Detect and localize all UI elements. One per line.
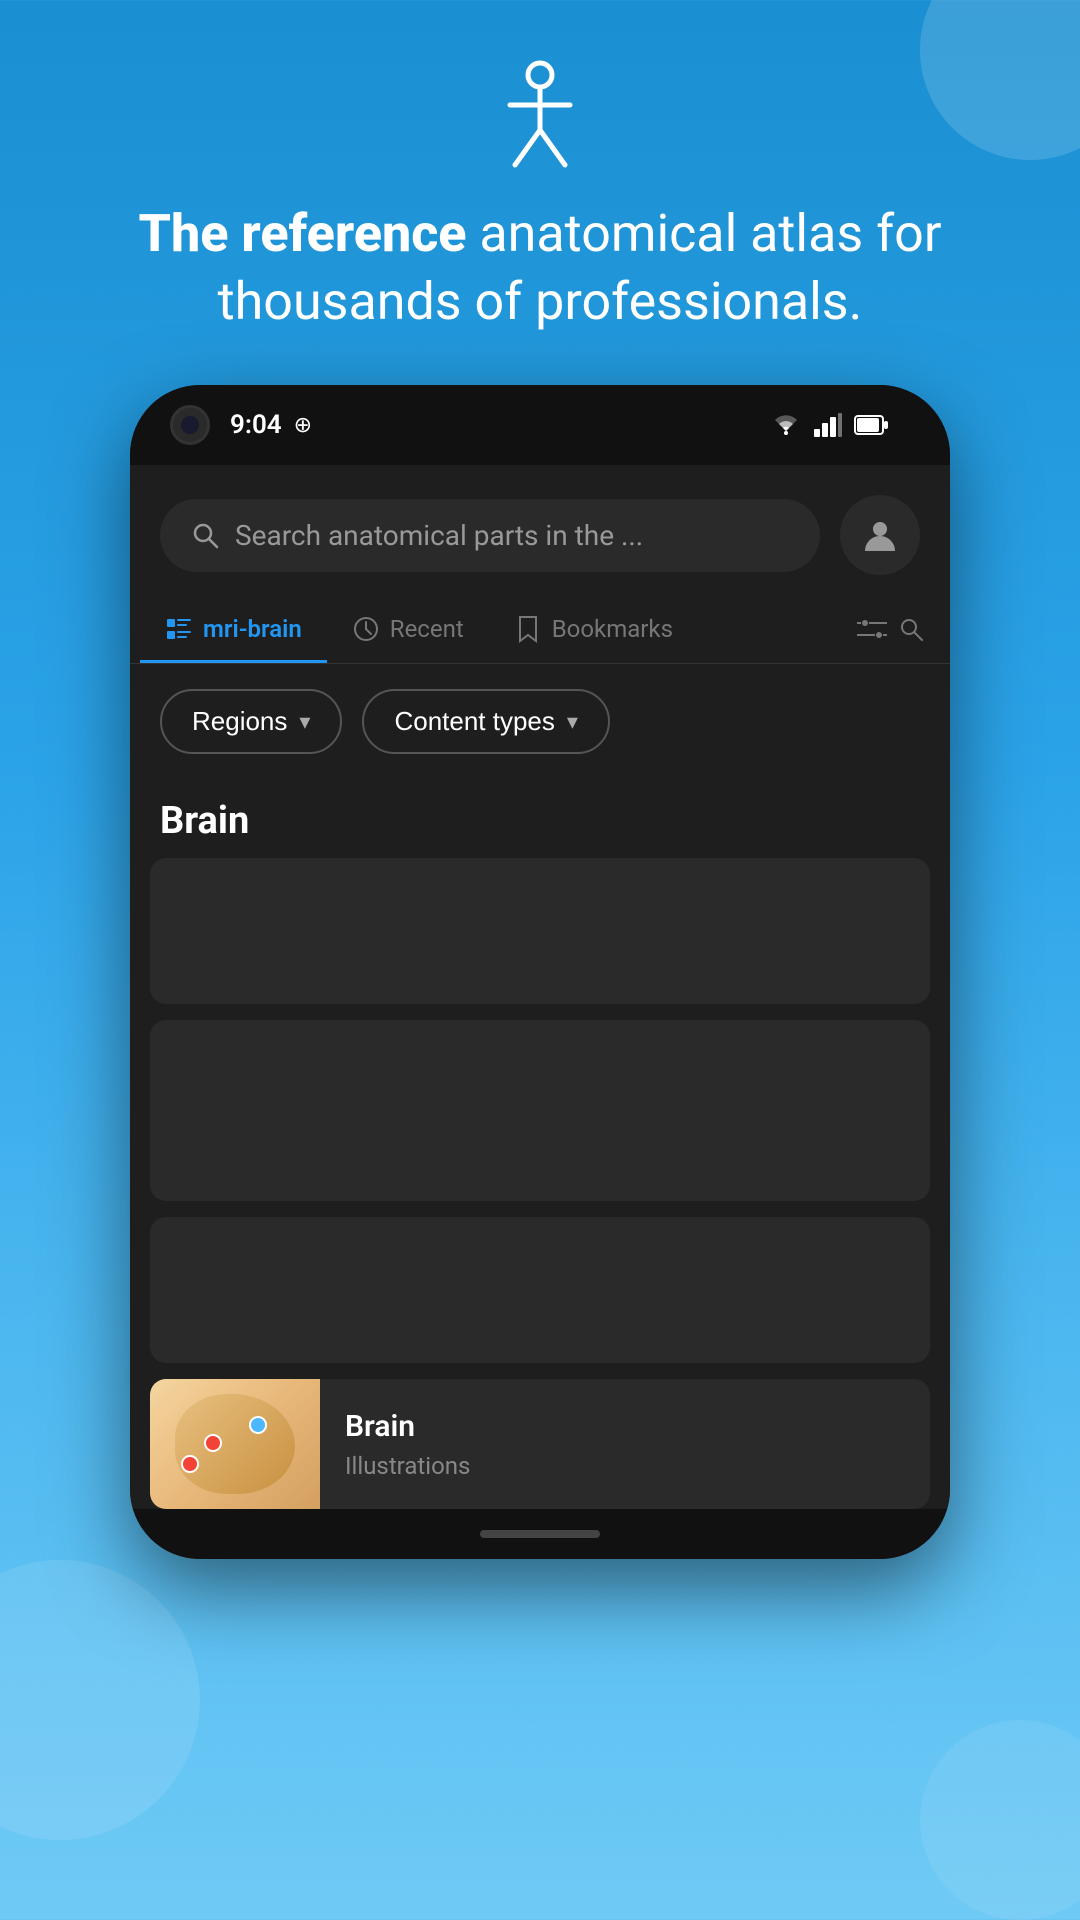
phone-camera <box>170 405 210 445</box>
content-types-chevron-icon: ▾ <box>567 709 578 735</box>
search-bar[interactable]: Search anatomical parts in the ... <box>160 499 820 572</box>
filter-section: Regions ▾ Content types ▾ <box>130 664 950 779</box>
phone-mockup: 9:04 ⊕ <box>130 385 950 1559</box>
hero-text: The reference anatomical atlas for thous… <box>0 200 1080 335</box>
tab-bookmarks[interactable]: Bookmarks <box>489 595 698 663</box>
tab-more[interactable] <box>842 595 940 663</box>
profile-button[interactable] <box>840 495 920 575</box>
list-item[interactable]: CT brain CT <box>150 1217 930 1363</box>
hero-bold: The reference <box>139 203 467 264</box>
tab-recent[interactable]: Recent <box>327 595 489 663</box>
regions-filter-button[interactable]: Regions ▾ <box>160 689 342 754</box>
search-input[interactable]: Search anatomical parts in the ... <box>235 519 643 552</box>
status-right-icons <box>770 413 890 437</box>
search-icon <box>190 520 220 550</box>
regions-chevron-icon: ▾ <box>299 709 310 735</box>
phone-screen: Search anatomical parts in the ... <box>130 465 950 1559</box>
brain-illustration-info: Brain Illustrations <box>320 1389 930 1500</box>
brain-illustration-thumbnail <box>150 1379 320 1509</box>
pin-9 <box>181 1455 199 1473</box>
profile-icon <box>860 515 900 555</box>
filter-icon <box>857 615 887 643</box>
list-item[interactable]: Brain Illustrations <box>150 1379 930 1509</box>
wifi-icon <box>770 413 802 437</box>
tab-bookmarks-label: Bookmarks <box>552 615 673 643</box>
recent-icon <box>352 615 380 643</box>
content-list: Brain MRI brain MRI <box>130 779 950 1509</box>
modules-icon <box>165 615 193 643</box>
content-types-label: Content types <box>394 706 554 737</box>
status-time: 9:04 <box>230 410 282 440</box>
tab-modules-label: mri-brain <box>203 615 302 643</box>
signal-icon <box>814 413 842 437</box>
status-bar-content: 9:04 ⊕ <box>210 410 910 440</box>
brain-shape <box>175 1394 295 1494</box>
phone-frame: 9:04 ⊕ <box>130 385 950 1559</box>
camera-lens <box>181 416 199 434</box>
home-indicator[interactable] <box>480 1530 600 1538</box>
status-extra-icon: ⊕ <box>294 413 312 438</box>
brain-illustration-subtitle: Illustrations <box>345 1452 905 1480</box>
brain-section-title: Brain <box>150 779 930 858</box>
tab-recent-label: Recent <box>390 615 464 643</box>
list-item[interactable]: MRI axial brain MRI <box>150 1020 930 1201</box>
status-bar: 9:04 ⊕ <box>130 385 950 465</box>
search-small-icon <box>897 615 925 643</box>
bg-decoration-bottom-right <box>920 1720 1080 1920</box>
bookmarks-icon <box>514 615 542 643</box>
pin-11 <box>249 1416 267 1434</box>
brain-illustration-title: Brain <box>345 1409 905 1444</box>
battery-icon <box>854 414 890 436</box>
bg-decoration-bottom-left <box>0 1560 200 1840</box>
phone-bottom-bar <box>130 1509 950 1559</box>
regions-label: Regions <box>192 706 287 737</box>
navigation-tabs: mri-brain Recent Bookmarks <box>130 595 950 664</box>
tab-modules[interactable]: mri-brain <box>140 595 327 663</box>
search-section: Search anatomical parts in the ... <box>130 465 950 595</box>
list-item[interactable]: MRI brain MRI <box>150 858 930 1004</box>
content-types-filter-button[interactable]: Content types ▾ <box>362 689 609 754</box>
human-figure-icon <box>495 60 585 170</box>
header-section: The reference anatomical atlas for thous… <box>0 0 1080 385</box>
